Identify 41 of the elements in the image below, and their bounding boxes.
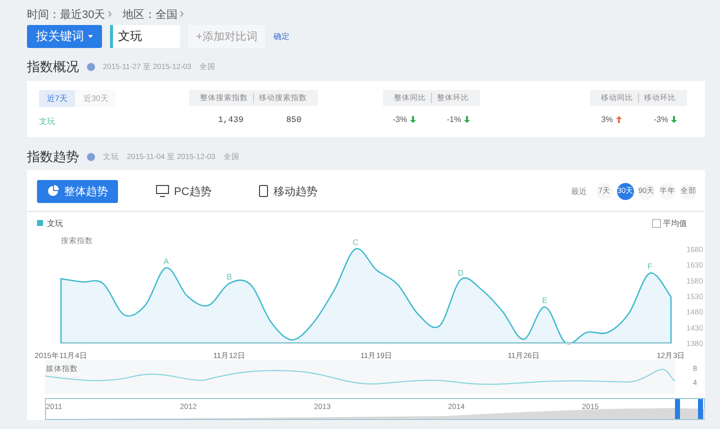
- annotation-label: D: [458, 268, 464, 278]
- legend-swatch: [37, 220, 43, 226]
- index-value: 850: [285, 115, 302, 125]
- chevron-icon: [180, 11, 184, 17]
- period-tab[interactable]: 近30天: [75, 90, 116, 107]
- keyword-field[interactable]: 文玩: [110, 24, 180, 48]
- trend-tab[interactable]: 整体趋势: [37, 180, 118, 202]
- annotation-label: B: [226, 272, 232, 282]
- keyword-link[interactable]: 文玩: [39, 116, 179, 127]
- legend-label: 文玩: [47, 218, 63, 228]
- trend-tab[interactable]: PC趋势: [146, 180, 222, 202]
- annotation-label: F: [648, 262, 652, 272]
- filter-link[interactable]: 时间：最近30天: [27, 6, 106, 22]
- section-title: 指数概况: [27, 58, 79, 76]
- annotation-label: E: [542, 296, 548, 305]
- change-value: 3%: [601, 115, 613, 124]
- index-value: 1,439: [216, 115, 244, 125]
- change-value: -3%: [654, 115, 668, 124]
- filter-link[interactable]: 地区：全国: [122, 6, 178, 22]
- annotation-label: C: [352, 238, 358, 247]
- range-handle[interactable]: [698, 399, 703, 419]
- chevron-icon: [108, 11, 112, 17]
- annotation-label: A: [164, 256, 169, 266]
- help-icon[interactable]: [87, 153, 95, 161]
- change-value: -3%: [392, 115, 408, 124]
- trend-tab[interactable]: 移动趋势: [249, 180, 328, 202]
- keyword-mode-button[interactable]: 按关键词: [27, 24, 102, 48]
- monitor-icon: [156, 185, 169, 197]
- section-title: 指数趋势: [27, 148, 79, 166]
- range-label: 最近: [571, 186, 587, 196]
- range-handle[interactable]: [675, 399, 680, 419]
- confirm-link[interactable]: 确定: [273, 30, 290, 42]
- help-icon[interactable]: [87, 63, 95, 71]
- change-value: -1%: [446, 115, 462, 124]
- add-compare-button[interactable]: +添加对比词: [188, 24, 266, 48]
- pie-chart-icon: [47, 185, 59, 197]
- phone-icon: [259, 185, 268, 197]
- average-checkbox[interactable]: [652, 218, 661, 228]
- period-tab[interactable]: 近7天: [39, 90, 76, 107]
- caret-icon: [88, 34, 93, 38]
- checkbox-label: 平均值: [663, 218, 687, 228]
